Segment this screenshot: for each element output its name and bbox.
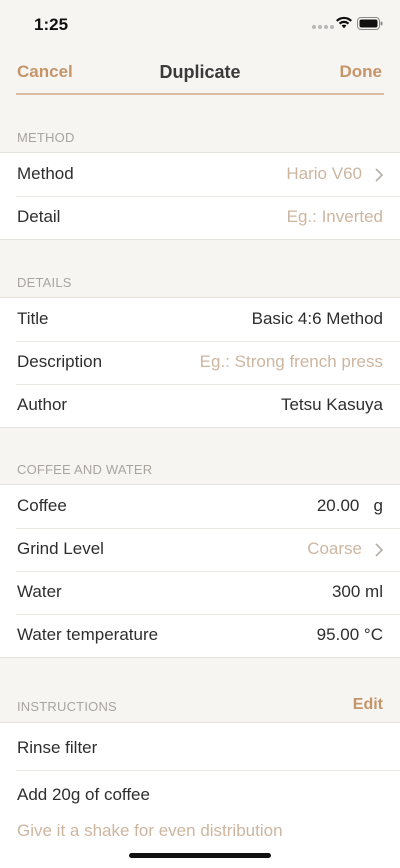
coffee-amount[interactable]: 20.00 g xyxy=(317,496,383,516)
edit-instructions-button[interactable]: Edit xyxy=(353,696,383,714)
description-label: Description xyxy=(17,352,103,371)
list-item[interactable]: Rinse filter xyxy=(0,723,400,770)
section-header-coffee-water: COFFEE AND WATER xyxy=(17,462,153,477)
coffee-value: 20.00 xyxy=(316,496,360,515)
water-temperature-row[interactable]: Water temperature 95.00 °C xyxy=(0,614,400,657)
description-row[interactable]: Description Eg.: Strong french press xyxy=(0,341,400,384)
title-input[interactable]: Basic 4:6 Method xyxy=(252,309,383,329)
section-header-instructions: INSTRUCTIONS xyxy=(17,699,117,714)
water-temperature-label: Water temperature xyxy=(17,625,159,644)
status-time: 1:25 xyxy=(34,15,69,34)
battery-icon xyxy=(357,17,383,30)
method-value: Hario V60 xyxy=(286,164,362,183)
section-header-details: DETAILS xyxy=(17,275,72,290)
grind-level-label: Grind Level xyxy=(17,539,104,558)
cellular-signal-icon xyxy=(312,25,334,29)
author-row[interactable]: Author Tetsu Kasuya xyxy=(0,384,400,427)
method-label: Method xyxy=(17,164,74,183)
details-group: Title Basic 4:6 Method Description Eg.: … xyxy=(0,297,400,428)
detail-label: Detail xyxy=(17,207,61,226)
title-label: Title xyxy=(17,309,49,328)
screen: 1:25 Cancel Duplicate Done METHOD Method… xyxy=(0,0,400,868)
done-button[interactable]: Done xyxy=(340,62,383,82)
water-unit: ml xyxy=(365,582,383,601)
water-value: 300 xyxy=(331,582,361,601)
author-label: Author xyxy=(17,395,68,414)
chevron-right-icon xyxy=(375,168,383,182)
method-group: Method Hario V60 Detail Eg.: Inverted xyxy=(0,152,400,240)
water-temperature-amount[interactable]: 95.00 °C xyxy=(317,625,383,645)
detail-input[interactable]: Eg.: Inverted xyxy=(287,207,383,227)
home-indicator xyxy=(129,853,271,858)
title-row[interactable]: Title Basic 4:6 Method xyxy=(0,298,400,341)
coffee-row[interactable]: Coffee 20.00 g xyxy=(0,485,400,528)
coffee-unit: g xyxy=(373,496,383,515)
navigation-bar: Cancel Duplicate Done xyxy=(0,48,400,94)
water-temperature-value: 95.00 xyxy=(316,625,360,644)
instruction-subtitle: Give it a shake for even distribution xyxy=(17,821,283,840)
instruction-title: Add 20g of coffee xyxy=(17,785,150,804)
wifi-icon xyxy=(336,16,352,29)
detail-row[interactable]: Detail Eg.: Inverted xyxy=(0,196,400,239)
chevron-right-icon xyxy=(375,543,383,557)
grind-level-row[interactable]: Grind Level Coarse xyxy=(0,528,400,571)
method-row[interactable]: Method Hario V60 xyxy=(0,153,400,196)
author-input[interactable]: Tetsu Kasuya xyxy=(281,395,383,415)
water-temperature-unit: °C xyxy=(363,625,383,644)
nav-divider xyxy=(16,93,384,95)
status-bar: 1:25 xyxy=(0,0,400,48)
description-input[interactable]: Eg.: Strong french press xyxy=(200,352,383,372)
water-amount[interactable]: 300 ml xyxy=(332,582,383,602)
grind-level-value: Coarse xyxy=(307,539,362,558)
instructions-list: Rinse filter Add 20g of coffee Give it a… xyxy=(0,722,400,868)
section-header-method: METHOD xyxy=(17,130,75,145)
water-row[interactable]: Water 300 ml xyxy=(0,571,400,614)
coffee-water-group: Coffee 20.00 g Grind Level Coarse Water … xyxy=(0,484,400,658)
water-label: Water xyxy=(17,582,62,601)
coffee-label: Coffee xyxy=(17,496,67,515)
instruction-title: Rinse filter xyxy=(17,738,98,757)
